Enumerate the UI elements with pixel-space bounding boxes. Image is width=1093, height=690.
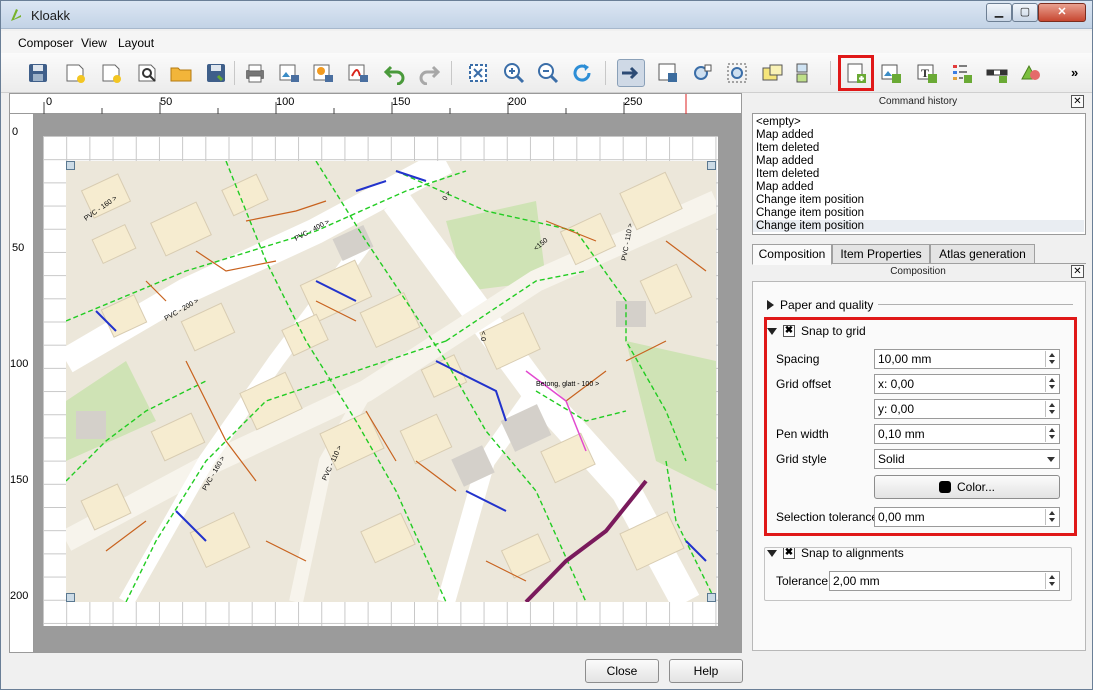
- map-pipe-label: Betong, glatt - 100 >: [536, 381, 599, 388]
- selection-handle[interactable]: [707, 161, 716, 170]
- minimize-button[interactable]: ▁: [986, 3, 1012, 22]
- print-icon[interactable]: [241, 59, 269, 87]
- horizontal-ruler-ticks: [43, 94, 687, 114]
- history-item[interactable]: Map added: [756, 181, 814, 193]
- horizontal-ruler: 0 50 100 150 200 250: [10, 94, 741, 114]
- group-icon[interactable]: [792, 59, 820, 87]
- snap-grid-highlight: [764, 317, 1077, 536]
- composer-manager-icon[interactable]: [133, 59, 161, 87]
- toolbar-separator: [605, 61, 606, 85]
- duplicate-composer-icon[interactable]: [97, 59, 125, 87]
- ruler-label: 50: [12, 242, 25, 254]
- panel-tabs: Composition Item Properties Atlas genera…: [752, 244, 1086, 265]
- selection-handle[interactable]: [707, 593, 716, 602]
- help-button[interactable]: Help: [669, 659, 743, 683]
- maximize-button[interactable]: ▢: [1012, 3, 1038, 22]
- zoom-out-icon[interactable]: [534, 59, 562, 87]
- composition-title: Composition: [890, 266, 946, 277]
- pan-icon[interactable]: [689, 59, 717, 87]
- history-item[interactable]: Change item position: [756, 207, 864, 219]
- add-map-icon[interactable]: [838, 55, 874, 91]
- composer-toolbar: T »: [1, 53, 1092, 93]
- history-item[interactable]: Change item position: [756, 194, 864, 206]
- ruler-label: 0: [12, 126, 19, 138]
- history-item[interactable]: Map added: [756, 155, 814, 167]
- map-pipe-label: 0 >: [481, 331, 488, 341]
- history-item[interactable]: Map added: [756, 129, 814, 141]
- save-icon[interactable]: [24, 59, 52, 87]
- paper-quality-label: Paper and quality: [780, 298, 874, 312]
- zoom-tool-icon[interactable]: [723, 59, 751, 87]
- select-icon[interactable]: [758, 59, 786, 87]
- svg-text:T: T: [921, 66, 929, 80]
- close-history-icon[interactable]: ✕: [1071, 95, 1084, 108]
- open-template-icon[interactable]: [167, 59, 195, 87]
- export-svg-icon[interactable]: [309, 59, 337, 87]
- menu-composer[interactable]: Composer: [18, 36, 73, 50]
- section-divider: [878, 304, 1073, 305]
- save-template-icon[interactable]: [202, 59, 230, 87]
- add-scalebar-icon[interactable]: [983, 59, 1011, 87]
- ruler-label: 200: [10, 590, 29, 602]
- toolbar-separator: [451, 61, 452, 85]
- snap-alignments-frame: [764, 547, 1072, 601]
- close-composition-icon[interactable]: ✕: [1071, 265, 1084, 278]
- ruler-label: 150: [10, 474, 29, 486]
- undo-icon[interactable]: [381, 59, 409, 87]
- expand-arrow-icon: [767, 300, 774, 310]
- toolbar-separator: [234, 61, 235, 85]
- paper-quality-header[interactable]: Paper and quality: [767, 298, 873, 312]
- toolbar-more-chevron[interactable]: »: [1071, 65, 1078, 80]
- menu-view[interactable]: View: [81, 36, 107, 50]
- add-label-icon[interactable]: T: [913, 59, 941, 87]
- ruler-label: 100: [10, 358, 29, 370]
- selection-handle[interactable]: [66, 161, 75, 170]
- export-image-icon[interactable]: [275, 59, 303, 87]
- refresh-icon[interactable]: [568, 59, 596, 87]
- add-legend-icon[interactable]: [948, 59, 976, 87]
- select-move-item-icon[interactable]: [617, 59, 645, 87]
- tab-item-properties[interactable]: Item Properties: [832, 244, 930, 264]
- command-history-title: Command history: [878, 96, 958, 107]
- add-image-icon[interactable]: [877, 59, 905, 87]
- map-drawing: PVC - 160 > PVC - 200 > PVC - 400 > PVC …: [66, 161, 716, 602]
- command-history-list[interactable]: <empty> Map added Item deleted Map added…: [752, 113, 1086, 235]
- redo-icon[interactable]: [415, 59, 443, 87]
- export-pdf-icon[interactable]: [344, 59, 372, 87]
- dialog-button-bar: Close Help: [1, 653, 1092, 689]
- toolbar-separator: [830, 61, 831, 85]
- tab-composition[interactable]: Composition: [752, 244, 832, 265]
- composer-window: Kloakk ▁ ▢ ✕ Composer View Layout T » 0 …: [0, 0, 1093, 690]
- qgis-app-icon: [11, 9, 21, 21]
- selection-handle[interactable]: [66, 593, 75, 602]
- new-composer-icon[interactable]: [61, 59, 89, 87]
- vertical-ruler: 0 50 100 150 200: [10, 114, 34, 652]
- menu-layout[interactable]: Layout: [118, 36, 154, 50]
- history-item-selected[interactable]: Change item position: [753, 220, 1084, 232]
- history-item[interactable]: <empty>: [756, 116, 801, 128]
- history-item[interactable]: Item deleted: [756, 142, 819, 154]
- zoom-in-icon[interactable]: [500, 59, 528, 87]
- zoom-full-icon[interactable]: [464, 59, 492, 87]
- add-shape-icon[interactable]: [1017, 59, 1045, 87]
- history-item[interactable]: Item deleted: [756, 168, 819, 180]
- title-bar: Kloakk ▁ ▢ ✕: [1, 1, 1092, 29]
- move-item-content-icon[interactable]: [654, 59, 682, 87]
- tab-atlas-generation[interactable]: Atlas generation: [930, 244, 1035, 264]
- close-button[interactable]: Close: [585, 659, 659, 683]
- map-item[interactable]: PVC - 160 > PVC - 200 > PVC - 400 > PVC …: [66, 161, 716, 602]
- composer-canvas[interactable]: 0 50 100 150 200 250 0 50 100 150 200 PV…: [9, 93, 742, 653]
- window-title: Kloakk: [31, 8, 71, 23]
- close-window-button[interactable]: ✕: [1038, 3, 1086, 22]
- menu-bar: Composer View Layout: [1, 31, 1092, 53]
